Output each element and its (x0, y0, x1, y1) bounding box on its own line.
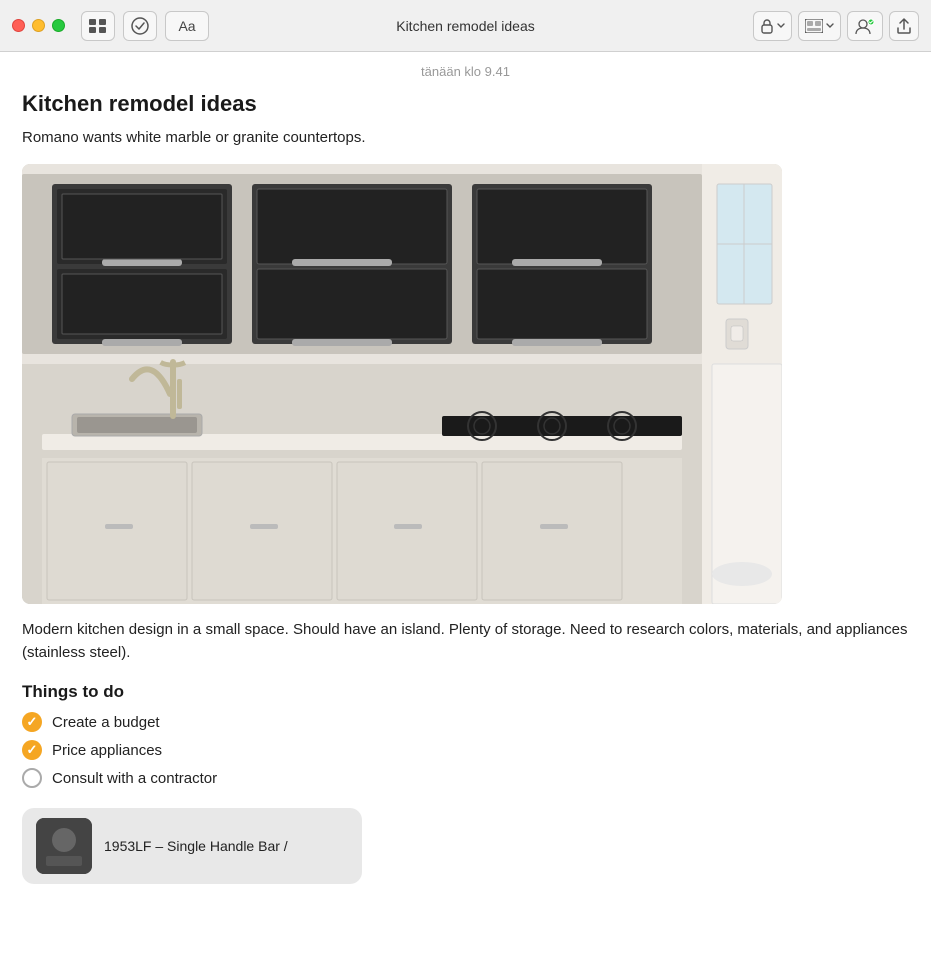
lock-button[interactable] (753, 11, 792, 41)
title-bar: Aa Kitchen remodel ideas (0, 0, 931, 52)
note-description: Modern kitchen design in a small space. … (22, 618, 909, 665)
todo-checkbox-2[interactable] (22, 740, 42, 760)
note-title: Kitchen remodel ideas (22, 91, 909, 117)
note-subtitle: Romano wants white marble or granite cou… (22, 127, 909, 150)
font-label: Aa (178, 18, 195, 34)
todo-label-2: Price appliances (52, 742, 162, 759)
gallery-button[interactable] (798, 11, 841, 41)
close-button[interactable] (12, 19, 25, 32)
todo-label-3: Consult with a contractor (52, 770, 217, 787)
note-content: tänään klo 9.41 Kitchen remodel ideas Ro… (0, 52, 931, 968)
grid-view-button[interactable] (81, 11, 115, 41)
font-button[interactable]: Aa (165, 11, 209, 41)
note-timestamp: tänään klo 9.41 (22, 64, 909, 79)
todo-list: Create a budget Price appliances Consult… (22, 712, 909, 788)
todo-item[interactable]: Price appliances (22, 740, 909, 760)
todo-item[interactable]: Create a budget (22, 712, 909, 732)
todo-checkbox-3[interactable] (22, 768, 42, 788)
kitchen-image (22, 164, 782, 604)
todo-checkbox-1[interactable] (22, 712, 42, 732)
maximize-button[interactable] (52, 19, 65, 32)
toolbar-right (753, 11, 919, 41)
attachment-label: 1953LF – Single Handle Bar / (104, 838, 288, 854)
traffic-lights (12, 19, 65, 32)
attachment-card[interactable]: 1953LF – Single Handle Bar / (22, 808, 362, 884)
attachment-thumbnail (36, 818, 92, 874)
share-button[interactable] (889, 11, 919, 41)
window-title: Kitchen remodel ideas (396, 18, 535, 34)
checklist-button[interactable] (123, 11, 157, 41)
section-heading: Things to do (22, 682, 909, 702)
todo-label-1: Create a budget (52, 714, 160, 731)
todo-item[interactable]: Consult with a contractor (22, 768, 909, 788)
avatar-button[interactable] (847, 11, 883, 41)
minimize-button[interactable] (32, 19, 45, 32)
